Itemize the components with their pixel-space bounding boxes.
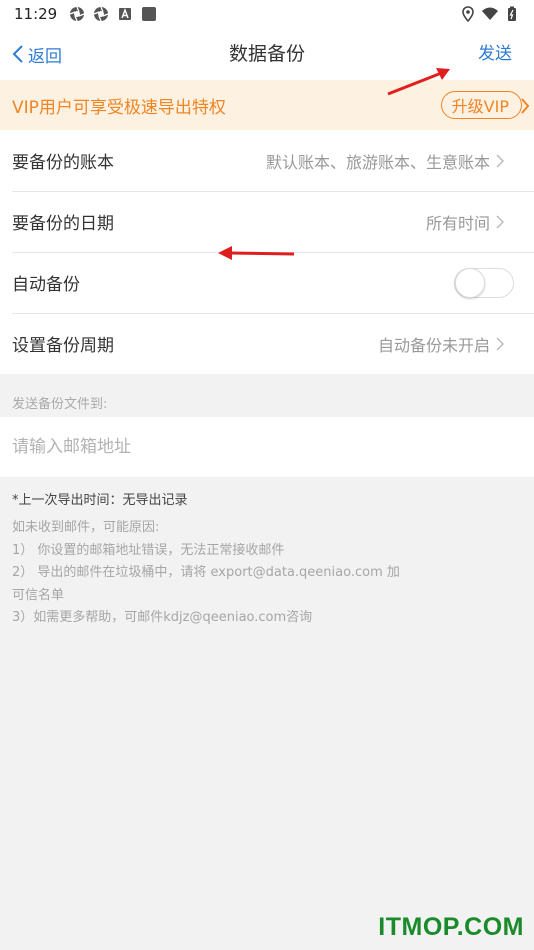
- upgrade-vip-label: 升级VIP: [451, 97, 509, 116]
- chevron-right-icon: [496, 214, 504, 229]
- location-icon: [462, 6, 474, 22]
- vip-promo-text: VIP用户可享受极速导出特权: [12, 97, 226, 118]
- books-value: 默认账本、旅游账本、生意账本: [265, 152, 490, 172]
- note-line: 可信名单: [12, 587, 65, 603]
- a-box-icon: [119, 8, 132, 20]
- status-time: 11:29: [14, 5, 58, 23]
- period-label: 设置备份周期: [12, 336, 114, 356]
- auto-backup-label: 自动备份: [12, 275, 80, 295]
- aperture-icon: [69, 6, 85, 22]
- note-line: 1） 你设置的邮箱地址错误，无法正常接收邮件: [12, 542, 285, 558]
- chevron-right-icon: [521, 98, 530, 114]
- dates-label: 要备份的日期: [12, 214, 114, 234]
- notification-icons: [69, 6, 157, 22]
- books-label: 要备份的账本: [12, 153, 114, 173]
- annotation-arrow-icon: [218, 246, 295, 260]
- dates-value: 所有时间: [425, 213, 490, 233]
- note-line: 2） 导出的邮件在垃圾桶中，请将 export@data.qeeniao.com…: [12, 565, 400, 580]
- aperture-icon: [93, 6, 109, 22]
- watermark: ITMOP.COM: [378, 913, 524, 941]
- email-input[interactable]: [12, 437, 522, 457]
- note-line: 3）如需更多帮助，可邮件kdjz@qeeniao.com咨询: [12, 610, 313, 625]
- auto-backup-toggle[interactable]: [454, 267, 514, 298]
- books-row[interactable]: 要备份的账本 默认账本、旅游账本、生意账本: [0, 130, 534, 191]
- period-value: 自动备份未开启: [377, 335, 490, 355]
- email-box: [0, 417, 534, 477]
- email-section-caption: 发送备份文件到:: [12, 397, 108, 412]
- wifi-icon: [482, 7, 498, 20]
- square-icon: [142, 7, 157, 21]
- chevron-right-icon: [496, 153, 504, 168]
- battery-icon: [508, 6, 516, 21]
- help-notes: 如未收到邮件，可能原因: 1） 你设置的邮箱地址错误，无法正常接收邮件 2） 导…: [12, 517, 412, 630]
- annotation-arrow-icon: [387, 68, 450, 96]
- toggle-knob: [455, 267, 485, 298]
- system-icons: [460, 6, 520, 22]
- chevron-right-icon: [496, 336, 504, 351]
- status-bar: 11:29: [0, 0, 534, 28]
- send-button[interactable]: 发送: [478, 28, 512, 80]
- note-line: 如未收到邮件，可能原因:: [12, 520, 160, 535]
- period-row[interactable]: 设置备份周期 自动备份未开启: [0, 313, 534, 374]
- last-export-text: *上一次导出时间：无导出记录: [12, 493, 188, 508]
